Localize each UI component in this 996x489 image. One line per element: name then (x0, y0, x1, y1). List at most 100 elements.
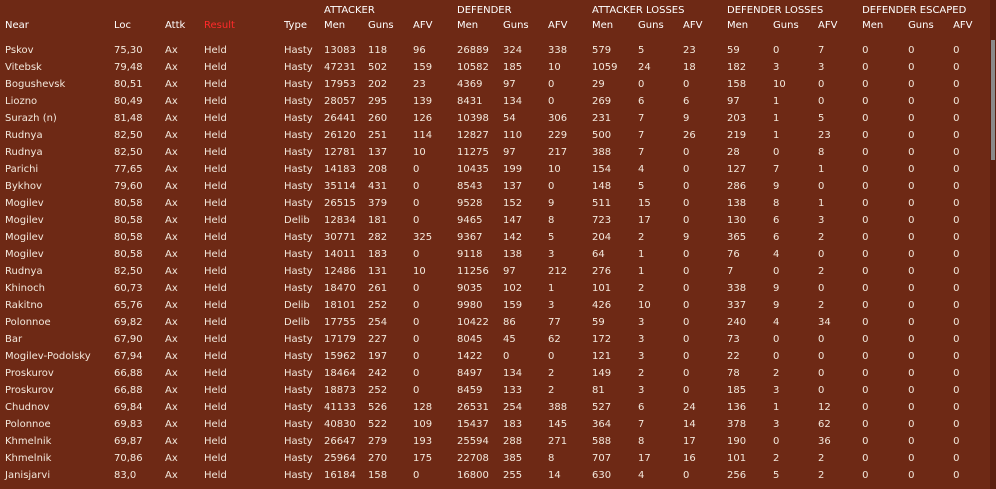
cell-defender-losses-guns: 8 (773, 198, 780, 209)
cell-attacker-guns: 379 (368, 198, 388, 209)
table-row[interactable]: Mogilev 80,58 Ax Held Hasty 30771 282 325 9367 14… (0, 229, 990, 246)
column-header-result[interactable]: Result (204, 16, 284, 34)
column-header-attk[interactable]: Attk (165, 16, 204, 34)
cell-attk: Ax (165, 317, 178, 328)
cell-attacker-guns: 131 (368, 266, 388, 277)
cell-attacker-losses-guns: 3 (638, 317, 645, 328)
table-row[interactable]: Proskurov 66,88 Ax Held Hasty 18873 252 0 8459 13… (0, 382, 990, 399)
cell-defender-losses-afv: 2 (818, 470, 825, 481)
cell-near: Janisjarvi (5, 470, 51, 481)
cell-defender-escaped-men: 0 (862, 249, 869, 260)
table-row[interactable]: Liozno 80,49 Ax Held Hasty 28057 295 139 8431 134… (0, 93, 990, 110)
table-row[interactable]: Khinoch 60,73 Ax Held Hasty 18470 261 0 9035 102 1… (0, 280, 990, 297)
cell-attacker-losses-guns: 5 (638, 45, 645, 56)
cell-attacker-men: 30771 (324, 232, 356, 243)
column-header-attacker-afv[interactable]: AFV (413, 16, 457, 34)
table-row[interactable]: Surazh (n) 81,48 Ax Held Hasty 26441 260 126 103… (0, 110, 990, 127)
column-header-defender-men[interactable]: Men (457, 16, 503, 34)
cell-near: Pskov (5, 45, 34, 56)
cell-type: Hasty (284, 96, 313, 107)
cell-attk: Ax (165, 62, 178, 73)
cell-attacker-afv: 96 (413, 45, 426, 56)
cell-defender-losses-men: 337 (727, 300, 747, 311)
column-header-type[interactable]: Type (284, 16, 324, 34)
cell-defender-men: 25594 (457, 436, 489, 447)
table-row[interactable]: Polonnoe 69,83 Ax Held Hasty 40830 522 109 15437… (0, 416, 990, 433)
table-row[interactable]: Pskov 75,30 Ax Held Hasty 13083 118 96 26889 324 3… (0, 42, 990, 59)
cell-attacker-losses-men: 148 (592, 181, 612, 192)
cell-defender-afv: 1 (548, 283, 555, 294)
cell-attacker-afv: 0 (413, 368, 420, 379)
table-row[interactable]: Bykhov 79,60 Ax Held Hasty 35114 431 0 8543 137 0 1… (0, 178, 990, 195)
table-row[interactable]: Mogilev 80,58 Ax Held Delib 12834 181 0 9465 147 8… (0, 212, 990, 229)
cell-defender-losses-afv: 0 (818, 249, 825, 260)
table-row[interactable]: Vitebsk 79,48 Ax Held Hasty 47231 502 159 10582 1… (0, 59, 990, 76)
cell-defender-losses-men: 76 (727, 249, 740, 260)
group-header-attacker: ATTACKER (324, 5, 375, 16)
cell-attacker-men: 26515 (324, 198, 356, 209)
column-header-loc[interactable]: Loc (114, 16, 165, 34)
column-header-defender-losses-guns[interactable]: Guns (773, 16, 818, 34)
cell-defender-losses-afv: 1 (818, 164, 825, 175)
column-header-defender-escaped-afv[interactable]: AFV (953, 16, 990, 34)
cell-attacker-men: 15962 (324, 351, 356, 362)
column-header-attacker-men[interactable]: Men (324, 16, 368, 34)
table-row[interactable]: Rudnya 82,50 Ax Held Hasty 26120 251 114 12827 11… (0, 127, 990, 144)
column-header-attacker-losses-afv[interactable]: AFV (683, 16, 727, 34)
column-header-defender-escaped-men[interactable]: Men (862, 16, 908, 34)
cell-attacker-men: 17755 (324, 317, 356, 328)
table-row[interactable]: Parichi 77,65 Ax Held Hasty 14183 208 0 10435 199… (0, 161, 990, 178)
cell-defender-escaped-men: 0 (862, 266, 869, 277)
table-row[interactable]: Janisjarvi 83,0 Ax Held Hasty 16184 158 0 16800 2… (0, 467, 990, 484)
column-header-defender-afv[interactable]: AFV (548, 16, 592, 34)
cell-attacker-guns: 183 (368, 249, 388, 260)
cell-defender-escaped-men: 0 (862, 300, 869, 311)
cell-near: Bar (5, 334, 23, 345)
scrollbar-thumb[interactable] (991, 40, 995, 160)
table-row[interactable]: Rudnya 82,50 Ax Held Hasty 12486 131 10 11256 97 2… (0, 263, 990, 280)
cell-type: Hasty (284, 79, 313, 90)
cell-defender-men: 9465 (457, 215, 483, 226)
table-row[interactable]: Bar 67,90 Ax Held Hasty 17179 227 0 8045 45 62 172 3… (0, 331, 990, 348)
column-header-defender-losses-afv[interactable]: AFV (818, 16, 862, 34)
cell-defender-losses-men: 78 (727, 368, 740, 379)
cell-near: Parichi (5, 164, 39, 175)
battle-report-rows: Pskov 75,30 Ax Held Hasty 13083 118 96 26889 324 3… (0, 42, 990, 484)
cell-attacker-losses-guns: 6 (638, 402, 645, 413)
column-header-defender-guns[interactable]: Guns (503, 16, 548, 34)
table-row[interactable]: Mogilev 80,58 Ax Held Hasty 26515 379 0 9528 152 9… (0, 195, 990, 212)
column-header-near[interactable]: Near (0, 16, 114, 34)
column-header-defender-escaped-guns[interactable]: Guns (908, 16, 953, 34)
cell-attacker-men: 18470 (324, 283, 356, 294)
cell-defender-afv: 338 (548, 45, 568, 56)
table-row[interactable]: Rudnya 82,50 Ax Held Hasty 12781 137 10 11275 97 2… (0, 144, 990, 161)
cell-defender-afv: 9 (548, 198, 555, 209)
table-row[interactable]: Khmelnik 69,87 Ax Held Hasty 26647 279 193 25594… (0, 433, 990, 450)
column-header-attacker-losses-men[interactable]: Men (592, 16, 638, 34)
cell-attacker-losses-afv: 0 (683, 283, 690, 294)
cell-result: Held (204, 62, 227, 73)
table-row[interactable]: Chudnov 69,84 Ax Held Hasty 41133 526 128 26531 2… (0, 399, 990, 416)
column-header-attacker-losses-guns[interactable]: Guns (638, 16, 683, 34)
table-row[interactable]: Polonnoe 69,82 Ax Held Delib 17755 254 0 10422 86… (0, 314, 990, 331)
cell-defender-afv: 8 (548, 215, 555, 226)
cell-defender-losses-men: 136 (727, 402, 747, 413)
table-row[interactable]: Mogilev 80,58 Ax Held Hasty 14011 183 0 9118 138 3… (0, 246, 990, 263)
cell-defender-losses-guns: 6 (773, 232, 780, 243)
table-row[interactable]: Rakitno 65,76 Ax Held Delib 18101 252 0 9980 159 3… (0, 297, 990, 314)
cell-attacker-men: 26120 (324, 130, 356, 141)
cell-attacker-men: 40830 (324, 419, 356, 430)
column-header-attacker-guns[interactable]: Guns (368, 16, 413, 34)
column-header-defender-losses-men[interactable]: Men (727, 16, 773, 34)
table-row[interactable]: Mogilev-Podolsky 67,94 Ax Held Hasty 15962 197… (0, 348, 990, 365)
table-row[interactable]: Khmelnik 70,86 Ax Held Hasty 25964 270 175 22708… (0, 450, 990, 467)
cell-defender-escaped-afv: 0 (953, 266, 960, 277)
table-row[interactable]: Bogushevsk 80,51 Ax Held Hasty 17953 202 23 4369… (0, 76, 990, 93)
cell-defender-men: 12827 (457, 130, 489, 141)
table-row[interactable]: Proskurov 66,88 Ax Held Hasty 18464 242 0 8497 13… (0, 365, 990, 382)
cell-defender-escaped-men: 0 (862, 215, 869, 226)
cell-defender-losses-guns: 7 (773, 164, 780, 175)
cell-defender-men: 26531 (457, 402, 489, 413)
cell-defender-escaped-guns: 0 (908, 317, 915, 328)
cell-attacker-afv: 114 (413, 130, 433, 141)
